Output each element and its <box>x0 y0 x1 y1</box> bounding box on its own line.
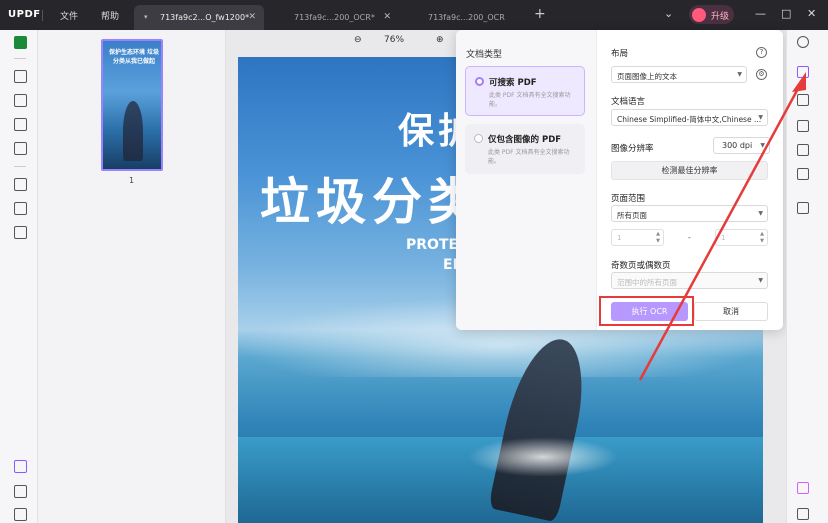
tab-document-1[interactable]: ▾ 713fa9c2...O_fw1200* ✕ <box>134 5 264 30</box>
maximize-icon[interactable]: □ <box>781 7 791 20</box>
splash <box>468 437 618 477</box>
tab-document-3[interactable]: 713fa9c...200_OCR <box>418 5 528 30</box>
comment-icon[interactable] <box>14 70 27 83</box>
thumbnail-title: 保护生态环境 垃圾分类从我已做起 <box>108 49 160 65</box>
title-bar: UPDF 文件 帮助 ▾ 713fa9c2...O_fw1200* ✕ 713f… <box>0 0 828 30</box>
avatar <box>692 8 706 22</box>
option-image-only-pdf[interactable]: 仅包含图像的 PDF 此类 PDF 文档具有全文搜索功能。 <box>465 124 585 174</box>
whale-image <box>123 101 143 161</box>
page-range-select[interactable]: 所有页面 ▼ <box>611 205 768 222</box>
page-range-label: 页面范围 <box>611 194 646 204</box>
minimize-icon[interactable]: — <box>755 7 766 20</box>
range-to-input[interactable]: 1 ▲ ▼ <box>715 229 768 246</box>
page-range-value: 所有页面 <box>617 211 647 220</box>
range-from-value: 1 <box>617 234 622 242</box>
divider <box>14 166 26 167</box>
ocr-dialog: 文档类型 可搜索 PDF 此类 PDF 文档具有全文搜索功能。 仅包含图像的 P… <box>456 30 783 330</box>
layout-label: 布局 <box>611 49 629 59</box>
save-icon[interactable] <box>797 202 809 214</box>
right-toolbar <box>786 30 828 523</box>
email-icon[interactable] <box>797 168 809 180</box>
tab-label: 713fa9c2...O_fw1200* <box>160 13 250 22</box>
app-logo: UPDF <box>8 9 41 20</box>
attachment-icon[interactable] <box>14 508 27 521</box>
language-label: 文档语言 <box>611 97 646 107</box>
option-title: 仅包含图像的 PDF <box>488 135 562 145</box>
thumbnail-panel: 保护生态环境 垃圾分类从我已做起 1 <box>38 30 226 523</box>
chevron-down-icon[interactable]: ⌄ <box>664 7 673 20</box>
radio-icon[interactable] <box>474 134 483 143</box>
spinner-icon[interactable]: ▲ ▼ <box>656 231 660 245</box>
tab-label: 713fa9c...200_OCR* <box>294 13 375 22</box>
left-toolbar <box>0 30 38 523</box>
range-from-input[interactable]: 1 ▲ ▼ <box>611 229 664 246</box>
menu-file[interactable]: 文件 <box>60 9 78 22</box>
chevron-down-icon: ▼ <box>758 210 763 217</box>
reader-icon[interactable] <box>14 36 27 49</box>
option-desc: 此类 PDF 文档具有全文搜索功能。 <box>488 149 570 165</box>
ai-assistant-icon[interactable] <box>797 482 809 494</box>
range-separator: - <box>688 233 691 242</box>
option-title: 可搜索 PDF <box>489 78 537 88</box>
upgrade-label: 升级 <box>711 12 730 22</box>
tab-close-icon[interactable]: ✕ <box>383 12 391 22</box>
title-divider <box>42 10 43 21</box>
tab-label: 713fa9c...200_OCR <box>428 13 505 22</box>
divider <box>14 58 26 59</box>
doc-type-panel: 文档类型 可搜索 PDF 此类 PDF 文档具有全文搜索功能。 仅包含图像的 P… <box>456 30 597 330</box>
zoom-out-icon[interactable]: ⊖ <box>354 35 362 45</box>
settings-icon[interactable]: ⚙ <box>756 69 767 80</box>
language-value: Chinese Simplified-简体中文,Chinese ... <box>617 115 762 124</box>
crop-icon[interactable] <box>14 202 27 215</box>
help-icon[interactable]: ? <box>756 47 767 58</box>
range-to-value: 1 <box>721 234 726 242</box>
page-tools-icon[interactable] <box>14 178 27 191</box>
edit-icon[interactable] <box>14 94 27 107</box>
protect-icon[interactable] <box>797 120 809 132</box>
tab-dropdown-icon[interactable]: ▾ <box>144 13 148 21</box>
chevron-down-icon: ▼ <box>760 142 765 149</box>
chat-icon[interactable] <box>797 508 809 520</box>
headline-line2: 垃圾分类 <box>260 173 484 231</box>
search-icon[interactable] <box>797 36 809 48</box>
convert-icon[interactable] <box>797 94 809 106</box>
new-tab-plus-icon[interactable]: + <box>534 6 546 22</box>
detect-resolution-button[interactable]: 检测最佳分辨率 <box>611 161 768 180</box>
radio-selected-icon[interactable] <box>475 77 484 86</box>
resolution-label: 图像分辨率 <box>611 144 654 154</box>
tab-document-2[interactable]: 713fa9c...200_OCR* ✕ <box>284 5 399 30</box>
close-icon[interactable]: ✕ <box>807 7 816 20</box>
chevron-down-icon: ▼ <box>737 71 742 78</box>
page-thumbnail[interactable]: 保护生态环境 垃圾分类从我已做起 <box>101 39 163 171</box>
form-icon[interactable] <box>14 118 27 131</box>
page-number: 1 <box>129 176 135 185</box>
option-searchable-pdf[interactable]: 可搜索 PDF 此类 PDF 文档具有全文搜索功能。 <box>465 66 585 116</box>
option-desc: 此类 PDF 文档具有全文搜索功能。 <box>489 92 571 108</box>
resolution-select[interactable]: 300 dpi ▼ <box>713 137 770 154</box>
bookmark-icon[interactable] <box>14 485 27 498</box>
menu-help[interactable]: 帮助 <box>101 9 119 22</box>
ocr-icon[interactable] <box>797 66 809 78</box>
spinner-icon[interactable]: ▲ ▼ <box>760 231 764 245</box>
redact-icon[interactable] <box>14 226 27 239</box>
organize-icon[interactable] <box>14 142 27 155</box>
cancel-button[interactable]: 取消 <box>694 302 768 321</box>
layout-select[interactable]: 页面图像上的文本 ▼ <box>611 66 747 83</box>
tab-close-icon[interactable]: ✕ <box>248 12 256 22</box>
zoom-value[interactable]: 76% <box>384 35 404 45</box>
doc-type-title: 文档类型 <box>466 50 503 60</box>
odd-even-select[interactable]: 范围中的所有页面 ▼ <box>611 272 768 289</box>
highlight-box <box>599 296 694 326</box>
language-select[interactable]: Chinese Simplified-简体中文,Chinese ... ▼ <box>611 109 768 126</box>
odd-even-value: 范围中的所有页面 <box>617 278 677 287</box>
odd-even-label: 奇数页或偶数页 <box>611 261 671 271</box>
chevron-down-icon: ▼ <box>758 114 763 121</box>
layout-value: 页面图像上的文本 <box>617 72 677 81</box>
share-icon[interactable] <box>797 144 809 156</box>
layers-icon[interactable] <box>14 460 27 473</box>
resolution-value: 300 dpi <box>722 141 753 150</box>
upgrade-button[interactable]: 升级 <box>689 5 734 24</box>
zoom-in-icon[interactable]: ⊕ <box>436 35 444 45</box>
chevron-down-icon: ▼ <box>758 277 763 284</box>
